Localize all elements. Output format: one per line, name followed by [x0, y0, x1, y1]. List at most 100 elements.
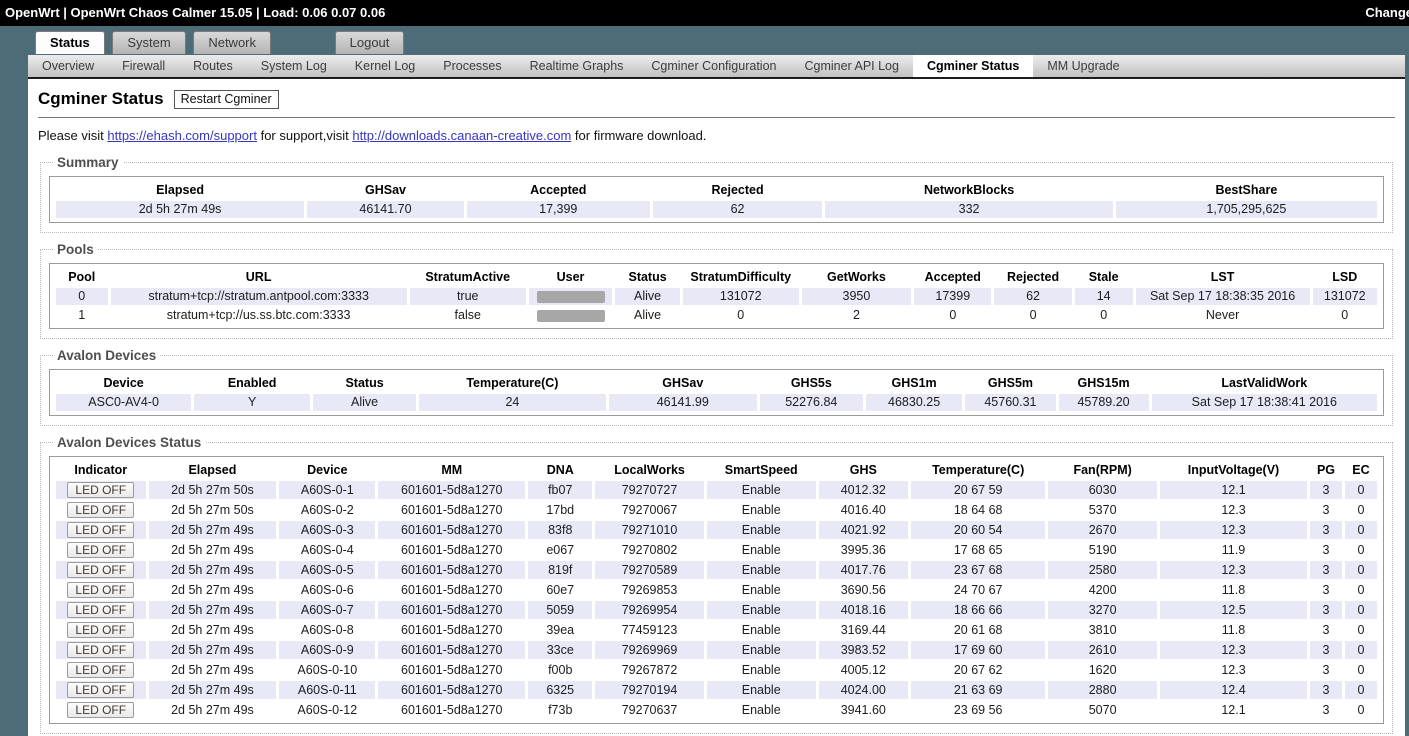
table-cell: 20 67 59	[911, 481, 1046, 499]
table-cell: 601601-5d8a1270	[378, 641, 526, 659]
column-header: Indicator	[74, 463, 128, 477]
column-header: GHS5s	[790, 376, 832, 390]
column-header: EC	[1352, 463, 1370, 477]
led-off-button[interactable]: LED OFF	[67, 622, 135, 638]
table-cell: 601601-5d8a1270	[378, 561, 526, 579]
table-cell: 1,705,295,625	[1115, 201, 1377, 218]
table-cell: 3690.56	[840, 582, 886, 597]
table-cell: 12.1	[1159, 481, 1307, 499]
table-cell: 39ea	[546, 622, 575, 637]
table-cell: 2d 5h 27m 49s	[171, 662, 254, 677]
table-cell: 23 67 68	[911, 561, 1046, 579]
pools-legend: Pools	[57, 242, 94, 257]
table-row: LED OFF 2d 5h 27m 49s A60S-0-11 601601-5d8a…	[56, 681, 1377, 699]
table-cell: 2d 5h 27m 50s	[148, 481, 277, 499]
table-cell: 601601-5d8a1270	[401, 502, 503, 517]
subtab-cgminer-status[interactable]: Cgminer Status	[912, 55, 1034, 77]
table-row: LED OFF 2d 5h 27m 50s A60S-0-2 601601-5d8a1…	[56, 501, 1377, 519]
column-header: User	[556, 270, 585, 284]
table-cell: 12.5	[1159, 601, 1307, 619]
table-cell: 3810	[1088, 622, 1117, 637]
table-cell: 24	[419, 394, 606, 411]
table-cell: 17399	[914, 288, 992, 305]
table-cell: 3	[1322, 582, 1330, 597]
table-cell: 17,399	[466, 201, 650, 218]
subtab-cgminer-configuration[interactable]: Cgminer Configuration	[637, 55, 790, 77]
led-off-button[interactable]: LED OFF	[67, 482, 135, 498]
subtab-kernel-log[interactable]: Kernel Log	[341, 55, 429, 77]
table-cell: Y	[194, 394, 311, 411]
table-cell: 2d 5h 27m 49s	[56, 201, 305, 218]
table-cell: 3	[1310, 601, 1342, 619]
table-cell	[529, 307, 613, 324]
restart-cgminer-button[interactable]: Restart Cgminer	[173, 89, 279, 109]
subtab-system-log[interactable]: System Log	[247, 55, 341, 77]
led-off-button[interactable]: LED OFF	[67, 522, 135, 538]
table-cell: 5190	[1088, 542, 1117, 557]
table-cell: 4012.32	[818, 481, 909, 499]
tab-status[interactable]: Status	[35, 31, 105, 54]
table-row: LED OFF 2d 5h 27m 49s A60S-0-6 601601-5d8a1…	[56, 581, 1377, 599]
led-off-button[interactable]: LED OFF	[67, 642, 135, 658]
table-cell: A60S-0-7	[279, 601, 376, 619]
table-cell: 3995.36	[840, 542, 886, 557]
subtab-mm-upgrade[interactable]: MM Upgrade	[1033, 55, 1133, 77]
column-header: Pool	[68, 270, 96, 284]
column-header: Rejected	[1007, 270, 1060, 284]
column-header: DNA	[546, 463, 574, 477]
table-cell: 12.4	[1159, 681, 1307, 699]
table-row: LED OFF 2d 5h 27m 49s A60S-0-12 601601-5d8a…	[56, 701, 1377, 719]
led-off-button[interactable]: LED OFF	[67, 502, 135, 518]
table-cell: A60S-0-1	[279, 481, 376, 499]
table-cell: 6325	[528, 681, 593, 699]
led-off-button[interactable]: LED OFF	[67, 602, 135, 618]
led-off-button[interactable]: LED OFF	[67, 682, 135, 698]
table-cell: false	[454, 308, 481, 322]
table-cell: 0	[1357, 502, 1365, 517]
subtab-cgminer-api-log[interactable]: Cgminer API Log	[790, 55, 913, 77]
header-row: Elapsed GHSav Accepted Rejected NetworkBlock…	[56, 181, 1377, 199]
table-cell: 601601-5d8a1270	[401, 702, 503, 717]
changes-indicator[interactable]: Change	[1365, 0, 1409, 26]
table-cell: 131072	[682, 288, 799, 305]
tab-system[interactable]: System	[112, 31, 186, 54]
table-cell: 3	[1310, 481, 1342, 499]
led-off-button[interactable]: LED OFF	[67, 582, 135, 598]
led-off-button[interactable]: LED OFF	[67, 702, 135, 718]
table-cell: LED OFF	[56, 581, 146, 599]
avalon-devices-status-table: Indicator Elapsed Device MM DNA LocalWorks Sma…	[53, 459, 1380, 721]
support-link[interactable]: https://ehash.com/support	[107, 128, 257, 143]
table-cell: 3	[1322, 622, 1330, 637]
hostname-load-text: OpenWrt | OpenWrt Chaos Calmer 15.05 | L…	[5, 5, 386, 20]
tab-network[interactable]: Network	[193, 31, 272, 54]
table-cell: 332	[825, 201, 1113, 218]
column-header: MM	[441, 463, 463, 477]
led-off-button[interactable]: LED OFF	[67, 542, 135, 558]
table-cell: Alive	[313, 394, 417, 411]
table-cell: 2d 5h 27m 49s	[171, 702, 254, 717]
subtab-realtime-graphs[interactable]: Realtime Graphs	[516, 55, 638, 77]
pools-table-box: Pool URL StratumActive User Status StratumDif…	[49, 263, 1384, 329]
table-cell: 5059	[528, 601, 593, 619]
table-cell: 79267872	[621, 662, 678, 677]
header-row: Device Enabled Status Temperature(C) GHSav GH…	[56, 374, 1377, 392]
column-header: Temperature(C)	[932, 463, 1025, 477]
table-cell: 12.3	[1159, 561, 1307, 579]
firmware-download-link[interactable]: http://downloads.canaan-creative.com	[352, 128, 571, 143]
subtab-overview[interactable]: Overview	[28, 55, 108, 77]
table-row: LED OFF 2d 5h 27m 49s A60S-0-5 601601-5d8a1…	[56, 561, 1377, 579]
table-cell: 79270727	[595, 481, 704, 499]
avalon-devices-table: Device Enabled Status Temperature(C) GHSav GH…	[53, 372, 1380, 413]
subtab-firewall[interactable]: Firewall	[108, 55, 179, 77]
avalon-devices-section: Avalon Devices Device Enabled Status Temper…	[40, 348, 1393, 426]
table-cell: 62	[994, 288, 1072, 305]
subtab-routes[interactable]: Routes	[179, 55, 247, 77]
tab-logout[interactable]: Logout	[334, 31, 405, 54]
column-header: GHSav	[662, 376, 704, 390]
table-cell: 4021.92	[818, 521, 909, 539]
led-off-button[interactable]: LED OFF	[67, 562, 135, 578]
led-off-button[interactable]: LED OFF	[67, 662, 135, 678]
table-row: 0 stratum+tcp://stratum.antpool.com:3333 t…	[56, 288, 1377, 305]
table-cell: f73b	[548, 702, 573, 717]
subtab-processes[interactable]: Processes	[429, 55, 515, 77]
